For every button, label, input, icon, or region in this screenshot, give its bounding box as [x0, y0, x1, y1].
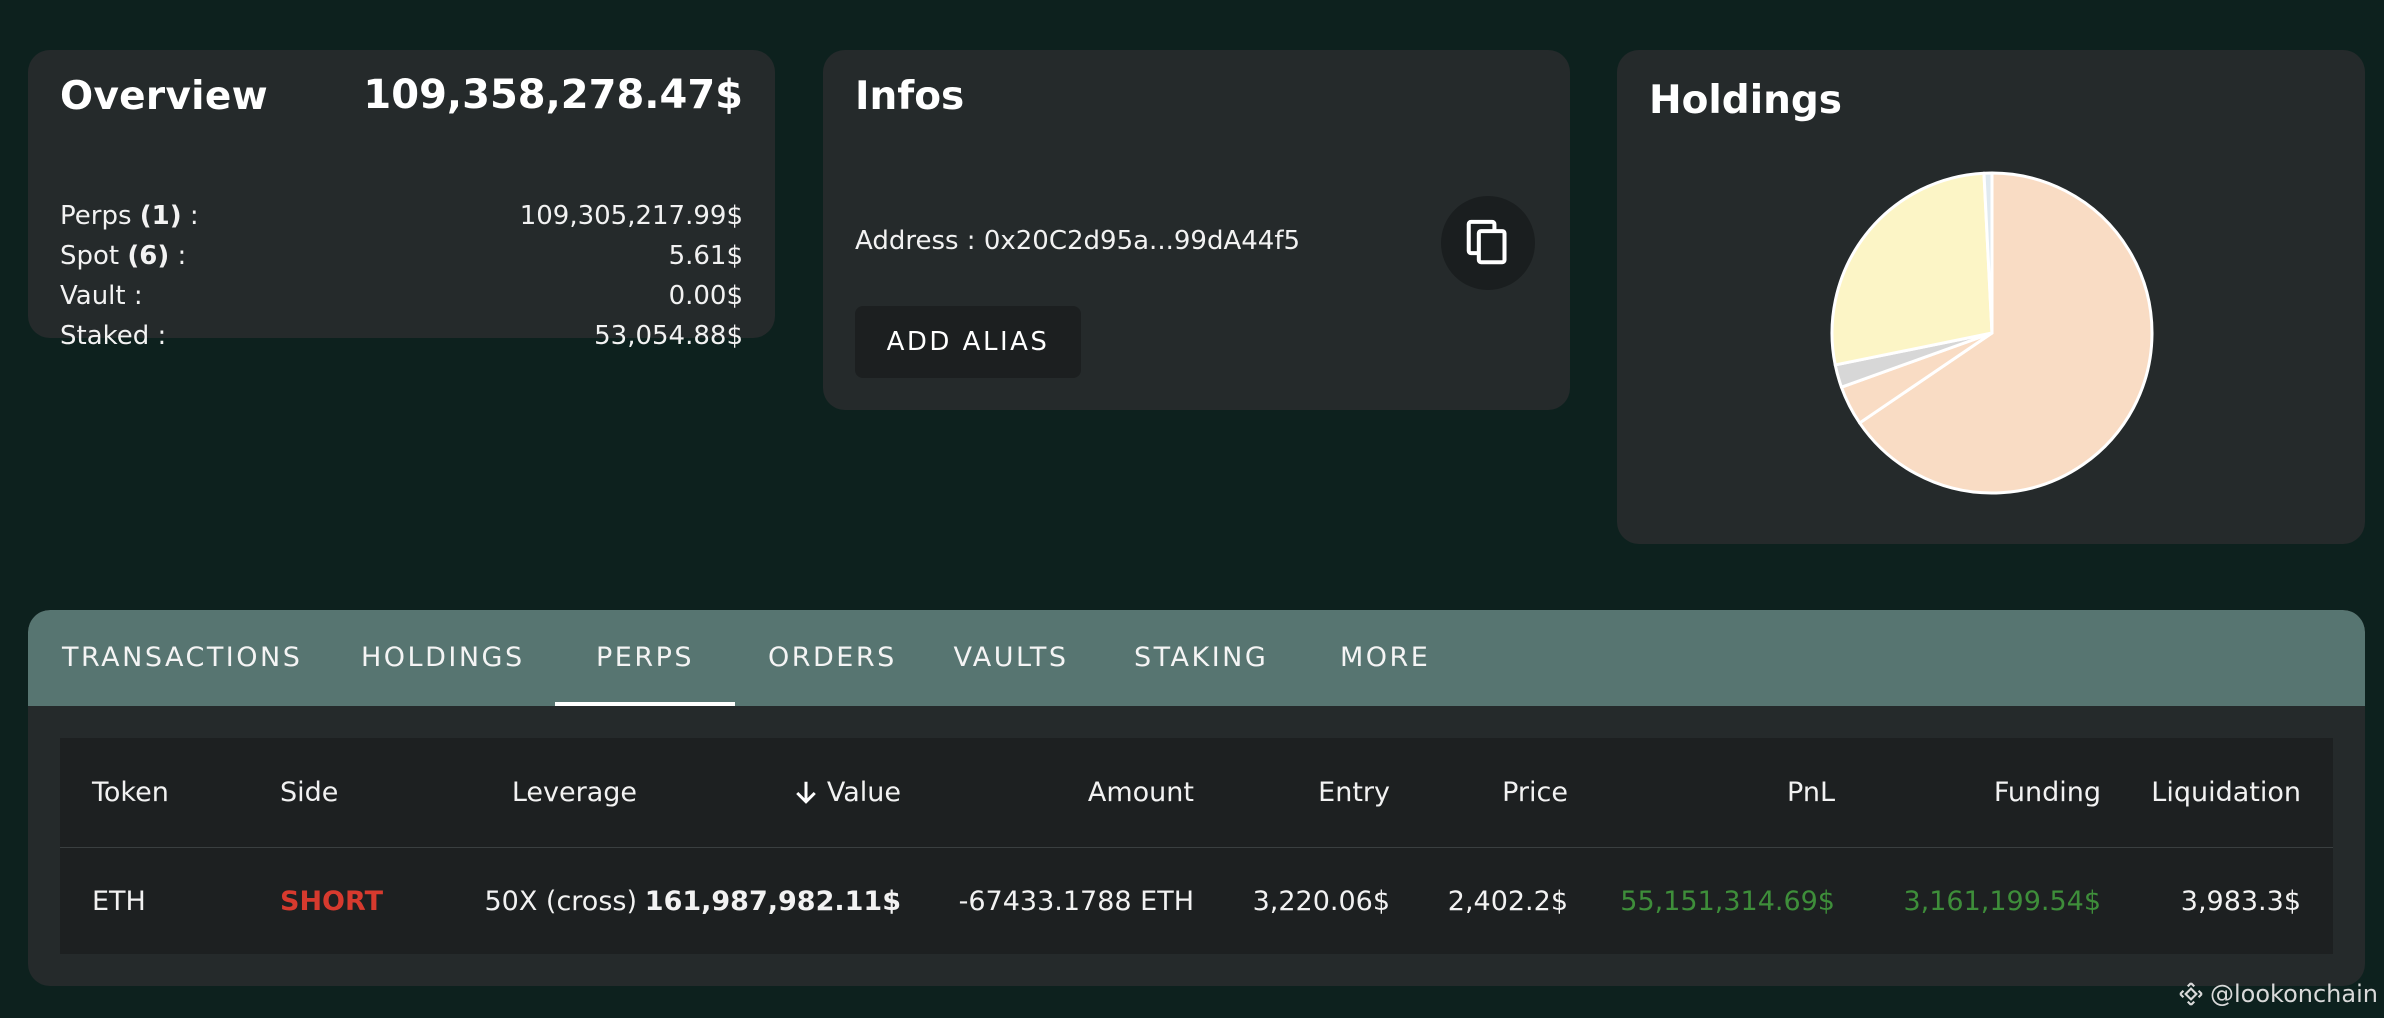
pie-slice-3[interactable]: [1830, 171, 1994, 367]
overview-row-value: 0.00$: [668, 281, 743, 311]
infos-card: Infos Address : 0x20C2d95a...99dA44f5 AD…: [823, 50, 1570, 410]
tab-perps[interactable]: PERPS: [555, 610, 735, 706]
cell-value: 161,987,982.11$: [644, 885, 901, 917]
cell-entry: 3,220.06$: [1252, 885, 1390, 917]
header-entry[interactable]: Entry: [1210, 738, 1390, 847]
overview-card: Overview 109,358,278.47$ Perps (1) : 109…: [28, 50, 775, 351]
overview-total: 109,358,278.47$: [363, 72, 743, 118]
overview-row-spot: Spot (6) : 5.61$: [60, 236, 743, 276]
infos-title: Infos: [855, 74, 965, 119]
cell-pnl: 55,151,314.69$: [1620, 885, 1835, 917]
header-pnl[interactable]: PnL: [1580, 738, 1835, 847]
overview-row-value: 5.61$: [668, 241, 743, 271]
overview-row-staked: Staked : 53,054.88$: [60, 316, 743, 356]
tab-orders[interactable]: ORDERS: [768, 610, 894, 706]
watermark-text: @lookonchain: [2210, 980, 2378, 1008]
tab-bar: TRANSACTIONS HOLDINGS PERPS ORDERS VAULT…: [28, 610, 2365, 706]
table-header: Token Side Leverage Value Amount Entry P…: [60, 738, 2333, 848]
overview-title: Overview: [60, 74, 268, 119]
tab-staking[interactable]: STAKING: [1134, 610, 1268, 706]
perps-table: Token Side Leverage Value Amount Entry P…: [60, 738, 2333, 954]
copy-icon: [1466, 219, 1507, 265]
header-liquidation[interactable]: Liquidation: [2110, 738, 2301, 847]
overview-rows: Perps (1) : 109,305,217.99$ Spot (6) : 5…: [60, 196, 743, 356]
cell-funding: 3,161,199.54$: [1903, 885, 2101, 917]
holdings-pie-chart: [1830, 171, 2154, 495]
overview-row-perps: Perps (1) : 109,305,217.99$: [60, 196, 743, 236]
table-row[interactable]: ETH SHORT 50X (cross) 161,987,982.11$ -6…: [60, 848, 2333, 954]
tab-transactions[interactable]: TRANSACTIONS: [62, 610, 300, 706]
header-side[interactable]: Side: [280, 738, 338, 847]
cell-leverage: 50X (cross): [484, 885, 637, 917]
holdings-card: Holdings: [1617, 50, 2365, 544]
tab-vaults[interactable]: VAULTS: [953, 610, 1069, 706]
cell-token: ETH: [92, 885, 146, 917]
header-amount[interactable]: Amount: [920, 738, 1194, 847]
tab-more[interactable]: MORE: [1340, 610, 1430, 706]
overview-row-value: 53,054.88$: [594, 321, 743, 351]
header-funding[interactable]: Funding: [1850, 738, 2101, 847]
tab-holdings[interactable]: HOLDINGS: [361, 610, 522, 706]
overview-row-label: Staked :: [60, 321, 167, 351]
add-alias-button[interactable]: ADD ALIAS: [855, 306, 1081, 378]
overview-row-value: 109,305,217.99$: [519, 201, 743, 231]
overview-row-label: Vault :: [60, 281, 143, 311]
positions-panel: TRANSACTIONS HOLDINGS PERPS ORDERS VAULT…: [28, 610, 2365, 986]
cell-price: 2,402.2$: [1447, 885, 1568, 917]
header-leverage[interactable]: Leverage: [360, 738, 637, 847]
sort-arrow-down-icon: [796, 781, 816, 804]
watermark: @lookonchain: [2178, 980, 2378, 1008]
header-token[interactable]: Token: [92, 738, 169, 847]
overview-row-label: Spot (6) :: [60, 241, 187, 271]
overview-row-label: Perps (1) :: [60, 201, 199, 231]
wallet-address: Address : 0x20C2d95a...99dA44f5: [855, 226, 1301, 256]
cell-liquidation: 3,983.3$: [2180, 885, 2301, 917]
header-price[interactable]: Price: [1400, 738, 1568, 847]
binance-logo-icon: [2179, 982, 2203, 1006]
header-value[interactable]: Value: [660, 738, 901, 847]
overview-row-vault: Vault : 0.00$: [60, 276, 743, 316]
cell-amount: -67433.1788 ETH: [958, 885, 1194, 917]
copy-address-button[interactable]: [1441, 196, 1535, 290]
